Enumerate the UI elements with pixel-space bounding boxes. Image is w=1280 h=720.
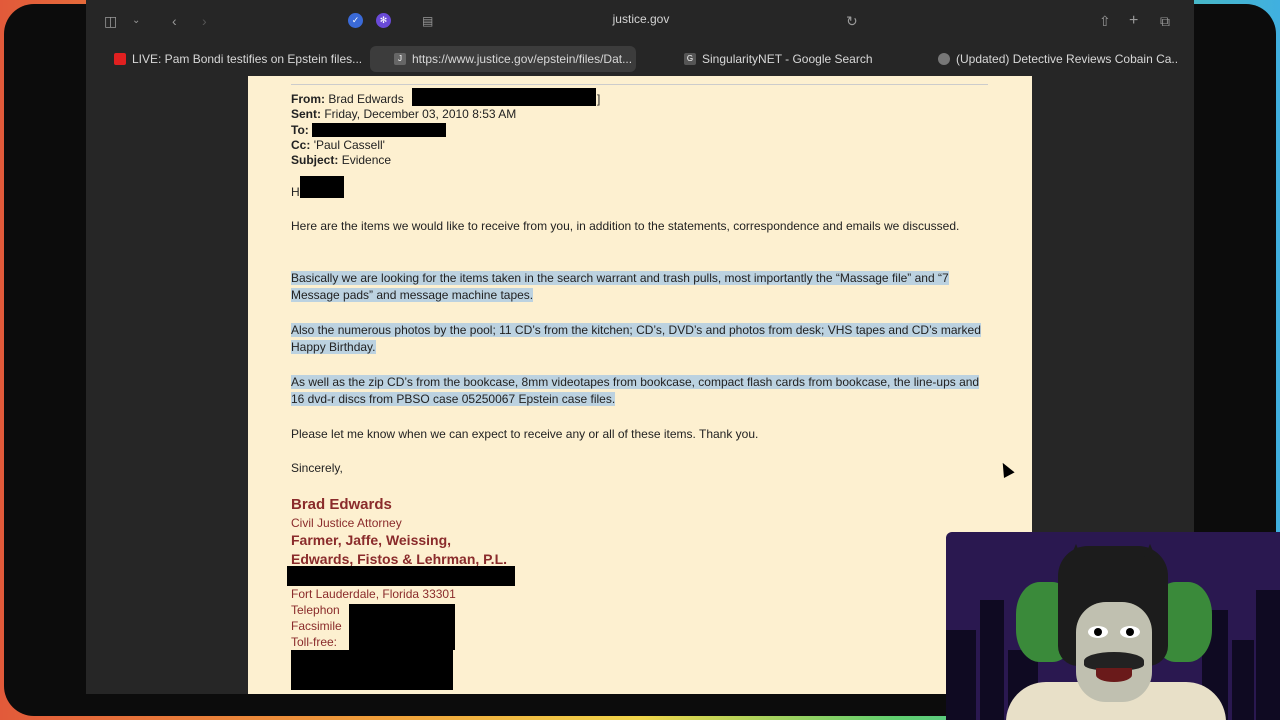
extension-check-icon[interactable]: ✓: [348, 13, 363, 28]
address-bar[interactable]: justice.gov: [526, 12, 756, 26]
paragraph-5: Please let me know when we can expect to…: [291, 427, 759, 441]
subject-value: Evidence: [341, 153, 392, 167]
from-bracket: ]: [597, 92, 601, 106]
face: [1076, 602, 1152, 702]
redaction-box: [312, 123, 446, 137]
closing: Sincerely,: [291, 461, 343, 475]
mask-ear: [1138, 544, 1162, 572]
redaction-box: [349, 604, 455, 650]
redaction-box: [291, 650, 453, 690]
brain-icon: [938, 52, 950, 65]
share-icon[interactable]: ⇧: [1099, 12, 1111, 30]
cc-value: 'Paul Cassell': [313, 138, 385, 152]
sent-line: Sent: Friday, December 03, 2010 8:53 AM: [291, 106, 516, 122]
forward-icon[interactable]: ›: [202, 12, 207, 30]
tab-justice[interactable]: Jhttps://www.justice.gov/epstein/files/D…: [370, 46, 636, 72]
building: [1232, 640, 1254, 720]
highlighted-text: Basically we are looking for the items t…: [291, 271, 949, 302]
from-line: From: Brad Edwards: [291, 91, 404, 107]
signature-tollfree: Toll-free:: [291, 635, 338, 649]
tab-google[interactable]: G SingularityNET - Google Search: [684, 46, 904, 72]
cc-line: Cc: 'Paul Cassell': [291, 137, 385, 153]
streamer-avatar: [946, 532, 1280, 720]
signature-facsimile: Facsimile: [291, 619, 342, 633]
greeting: H: [291, 185, 300, 199]
sent-label: Sent:: [291, 107, 321, 121]
from-label: From:: [291, 92, 325, 106]
paragraph-4: As well as the zip CD’s from the bookcas…: [291, 374, 991, 408]
signature-city: Fort Lauderdale, Florida 33301: [291, 587, 456, 601]
eye: [1120, 626, 1140, 638]
redaction-box: [287, 566, 515, 586]
j-icon: J: [394, 52, 406, 65]
tab-youtube[interactable]: LIVE: Pam Bondi testifies on Epstein fil…: [114, 46, 364, 72]
building: [980, 600, 1004, 720]
chevron-down-icon[interactable]: ⌄: [132, 12, 140, 30]
paragraph-3: Also the numerous photos by the pool; 11…: [291, 322, 991, 356]
signature-telephone: Telephon: [291, 603, 340, 617]
tab-label: LIVE: Pam Bondi testifies on Epstein fil…: [132, 52, 363, 66]
google-icon: G: [684, 52, 696, 65]
youtube-icon: [114, 52, 126, 65]
building: [946, 630, 976, 720]
browser-toolbar: ◫ ⌄ ‹ › ✓ ✻ ▤ justice.gov ↻ ⇧ + ⧉: [86, 0, 1194, 42]
reader-icon[interactable]: ▤: [422, 12, 433, 30]
paragraph-2: Basically we are looking for the items t…: [291, 270, 991, 304]
mask-ear: [1064, 544, 1088, 572]
redaction-box: [412, 88, 596, 106]
tab-overview-icon[interactable]: ⧉: [1160, 12, 1170, 30]
tab-detective[interactable]: (Updated) Detective Reviews Cobain Ca...: [938, 46, 1178, 72]
mouse-cursor-icon: [997, 460, 1015, 478]
back-icon[interactable]: ‹: [172, 12, 177, 30]
divider: [291, 84, 988, 85]
tab-label: (Updated) Detective Reviews Cobain Ca...: [956, 52, 1178, 66]
signature-firm-1: Farmer, Jaffe, Weissing,: [291, 532, 452, 548]
tab-bar: LIVE: Pam Bondi testifies on Epstein fil…: [86, 42, 1194, 76]
from-value: Brad Edwards: [328, 92, 404, 106]
pupil: [1126, 628, 1134, 636]
eye: [1088, 626, 1108, 638]
mouth: [1096, 668, 1132, 682]
tab-label: SingularityNET - Google Search: [702, 52, 873, 66]
subject-line: Subject: Evidence: [291, 152, 391, 168]
sent-value: Friday, December 03, 2010 8:53 AM: [324, 107, 517, 121]
cc-label: Cc:: [291, 138, 311, 152]
highlighted-text: As well as the zip CD’s from the bookcas…: [291, 375, 980, 406]
paragraph-1: Here are the items we would like to rece…: [291, 219, 960, 233]
redaction-box: [300, 176, 344, 198]
subject-label: Subject:: [291, 153, 339, 167]
extension-gear-icon[interactable]: ✻: [376, 13, 391, 28]
to-line: To:: [291, 122, 309, 138]
pupil: [1094, 628, 1102, 636]
signature-name: Brad Edwards: [291, 496, 392, 513]
building: [1256, 590, 1280, 720]
signature-title: Civil Justice Attorney: [291, 516, 402, 530]
highlighted-text: Also the numerous photos by the pool; 11…: [291, 323, 981, 354]
sidebar-icon[interactable]: ◫: [104, 12, 117, 30]
to-label: To:: [291, 123, 309, 137]
document-page: From: Brad Edwards ] Sent: Friday, Decem…: [248, 76, 1032, 694]
new-tab-icon[interactable]: +: [1129, 12, 1138, 30]
reload-icon[interactable]: ↻: [846, 12, 858, 30]
tab-label: https://www.justice.gov/epstein/files/Da…: [412, 52, 633, 66]
